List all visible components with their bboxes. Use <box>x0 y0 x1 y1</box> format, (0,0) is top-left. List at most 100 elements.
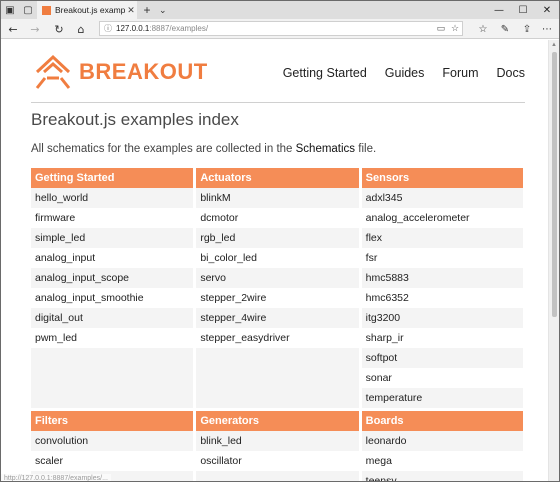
example-link[interactable]: simple_led <box>31 228 194 248</box>
column-header: Sensors <box>361 168 523 188</box>
item-list: adxl345 analog_accelerometer flex fsr hm… <box>361 188 523 408</box>
refresh-icon[interactable]: ↻ <box>51 19 67 39</box>
example-link[interactable]: blinkM <box>196 188 359 208</box>
empty-cell <box>31 348 194 408</box>
example-link[interactable]: blink_led <box>196 431 359 451</box>
logo-text: BREAKOUT <box>79 59 208 84</box>
item-list: blinkM dcmotor rgb_led bi_color_led serv… <box>196 188 359 408</box>
favorite-star-icon[interactable]: ☆ <box>448 23 462 34</box>
pen-icon[interactable]: ✎ <box>497 19 513 39</box>
breakout-logo-icon <box>35 54 71 89</box>
tab-title: Breakout.js examples in <box>55 5 125 15</box>
example-link[interactable]: sharp_ir <box>361 328 523 348</box>
example-link[interactable]: fsr <box>361 248 523 268</box>
maximize-button[interactable]: ☐ <box>513 1 533 19</box>
tab-bar: ▣ ▢ Breakout.js examples in ✕ + ⌄ — ☐ ✕ <box>1 1 559 19</box>
nav-forum[interactable]: Forum <box>442 66 478 80</box>
examples-row-1: Getting Started hello_world firmware sim… <box>31 168 523 408</box>
tab-list-chevron-icon[interactable]: ⌄ <box>159 1 167 19</box>
minimize-button[interactable]: — <box>489 1 509 19</box>
intro-text: All schematics for the examples are coll… <box>31 143 377 155</box>
column-header: Boards <box>361 411 523 431</box>
example-link[interactable]: servo <box>196 268 359 288</box>
examples-row-2: Filters convolution scaler triggerpoint … <box>31 411 523 481</box>
page-content: BREAKOUT Getting Started Guides Forum Do… <box>1 40 549 481</box>
example-link[interactable]: teensy <box>361 471 523 481</box>
breakout-logo[interactable]: BREAKOUT <box>33 54 208 90</box>
url-text[interactable]: 127.0.0.1:8887/examples/ <box>116 24 434 33</box>
example-link[interactable]: sonar <box>361 368 523 388</box>
share-icon[interactable]: ⇪ <box>519 19 535 39</box>
example-link[interactable]: hmc6352 <box>361 288 523 308</box>
example-link[interactable]: adxl345 <box>361 188 523 208</box>
example-link[interactable]: mega <box>361 451 523 471</box>
example-link[interactable]: dcmotor <box>196 208 359 228</box>
example-link[interactable]: softpot <box>361 348 523 368</box>
column-getting-started: Getting Started hello_world firmware sim… <box>31 168 194 408</box>
empty-cell <box>196 471 359 481</box>
column-header: Actuators <box>196 168 359 188</box>
example-link[interactable]: analog_input <box>31 248 194 268</box>
example-link[interactable]: stepper_4wire <box>196 308 359 328</box>
example-link[interactable]: digital_out <box>31 308 194 328</box>
forward-arrow-icon[interactable]: → <box>27 19 43 39</box>
example-link[interactable]: itg3200 <box>361 308 523 328</box>
column-actuators: Actuators blinkM dcmotor rgb_led bi_colo… <box>196 168 359 408</box>
top-navigation: Getting Started Guides Forum Docs <box>265 66 525 80</box>
column-sensors: Sensors adxl345 analog_accelerometer fle… <box>361 168 523 408</box>
scroll-up-arrow-icon[interactable]: ▲ <box>551 42 557 48</box>
example-link[interactable]: rgb_led <box>196 228 359 248</box>
example-link[interactable]: stepper_2wire <box>196 288 359 308</box>
home-icon[interactable]: ⌂ <box>73 19 89 39</box>
example-link[interactable]: analog_accelerometer <box>361 208 523 228</box>
favicon-icon <box>42 5 51 15</box>
example-link[interactable]: hmc5883 <box>361 268 523 288</box>
tab-close-icon[interactable]: ✕ <box>125 5 137 16</box>
examples-grid: Getting Started hello_world firmware sim… <box>31 168 523 481</box>
page-title: Breakout.js examples index <box>31 110 239 129</box>
back-arrow-icon[interactable]: ← <box>5 19 21 39</box>
item-list: hello_world firmware simple_led analog_i… <box>31 188 194 408</box>
nav-docs[interactable]: Docs <box>497 66 525 80</box>
example-link[interactable]: leonardo <box>361 431 523 451</box>
tabs-aside-icon[interactable]: ▢ <box>19 1 37 19</box>
address-toolbar: ← → ↻ ⌂ ⓘ 127.0.0.1:8887/examples/ ▭ ☆ ☆… <box>1 19 559 39</box>
example-link[interactable]: temperature <box>361 388 523 408</box>
reading-view-icon[interactable]: ▭ <box>434 23 448 34</box>
example-link[interactable]: scaler <box>31 451 194 471</box>
address-bar[interactable]: ⓘ 127.0.0.1:8887/examples/ ▭ ☆ <box>99 21 463 36</box>
schematics-link[interactable]: Schematics <box>296 143 355 155</box>
tab-active[interactable]: Breakout.js examples in ✕ <box>37 1 137 19</box>
example-link[interactable]: stepper_easydriver <box>196 328 359 348</box>
column-generators: Generators blink_led oscillator <box>196 411 359 481</box>
example-link[interactable]: analog_input_smoothie <box>31 288 194 308</box>
status-bar-url: http://127.0.0.1:8887/examples/... <box>1 474 111 481</box>
info-icon[interactable]: ⓘ <box>104 23 112 34</box>
example-link[interactable]: bi_color_led <box>196 248 359 268</box>
column-header: Getting Started <box>31 168 194 188</box>
item-list: leonardo mega teensy <box>361 431 523 481</box>
column-boards: Boards leonardo mega teensy <box>361 411 523 481</box>
item-list: blink_led oscillator <box>196 431 359 481</box>
example-link[interactable]: convolution <box>31 431 194 451</box>
nav-getting-started[interactable]: Getting Started <box>283 66 367 80</box>
favorites-icon[interactable]: ☆ <box>475 19 491 39</box>
column-header: Generators <box>196 411 359 431</box>
example-link[interactable]: oscillator <box>196 451 359 471</box>
empty-cell <box>196 348 359 408</box>
more-menu-icon[interactable]: ⋯ <box>539 19 555 39</box>
site-header: BREAKOUT Getting Started Guides Forum Do… <box>31 40 525 103</box>
nav-guides[interactable]: Guides <box>385 66 425 80</box>
close-window-button[interactable]: ✕ <box>537 1 557 19</box>
new-tab-button[interactable]: + <box>140 1 154 19</box>
scrollbar-thumb[interactable] <box>552 52 557 317</box>
example-link[interactable]: analog_input_scope <box>31 268 194 288</box>
example-link[interactable]: flex <box>361 228 523 248</box>
example-link[interactable]: pwm_led <box>31 328 194 348</box>
vertical-scrollbar[interactable]: ▲ <box>548 40 559 481</box>
example-link[interactable]: firmware <box>31 208 194 228</box>
column-filters: Filters convolution scaler triggerpoint <box>31 411 194 481</box>
column-header: Filters <box>31 411 194 431</box>
example-link[interactable]: hello_world <box>31 188 194 208</box>
tab-actions-icon[interactable]: ▣ <box>1 1 19 19</box>
